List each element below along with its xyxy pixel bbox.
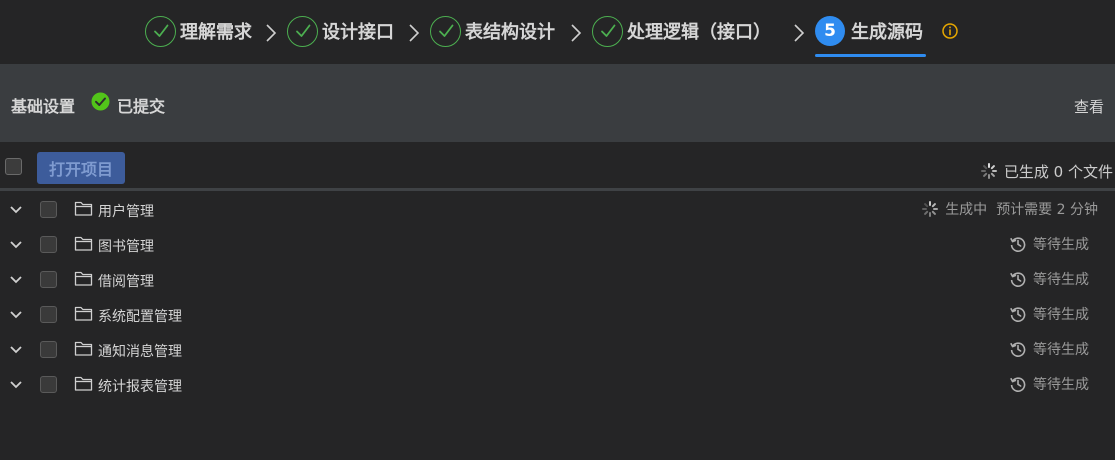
status-text: 等待生成 (1033, 307, 1089, 323)
status-badge: 等待生成 (1009, 234, 1089, 254)
status-badge: 等待生成 (1009, 304, 1089, 324)
estimate-text: 预计需要 2 分钟 (996, 202, 1098, 218)
step-generate-source[interactable]: 5 生成源码 (815, 14, 923, 48)
module-name: 通知消息管理 (98, 344, 182, 360)
check-circle-icon (287, 15, 318, 47)
chevron-down-icon[interactable] (8, 378, 24, 392)
status-text: 等待生成 (1033, 272, 1089, 288)
chevron-right-icon (571, 24, 582, 42)
row-checkbox[interactable] (40, 236, 57, 253)
module-name: 系统配置管理 (98, 309, 182, 325)
chevron-down-icon[interactable] (8, 343, 24, 357)
open-project-button[interactable]: 打开项目 (37, 152, 125, 184)
history-icon (1010, 377, 1026, 392)
status-badge: 生成中 预计需要 2 分钟 (921, 199, 1098, 219)
chevron-right-icon (266, 24, 277, 42)
history-icon (1010, 237, 1026, 252)
basic-settings-panel: 基础设置 已提交 查看 (0, 67, 1115, 142)
info-icon[interactable] (941, 22, 959, 40)
generated-files-status: 已生成 0 个文件 (980, 160, 1113, 182)
steps-bar: 理解需求 设计接口 表结构设计 处理逻辑（接口） 5 生成源码 (0, 0, 1115, 64)
history-icon (1010, 307, 1026, 322)
step-label: 处理逻辑（接口） (627, 22, 771, 43)
step-label: 表结构设计 (465, 22, 555, 43)
row-checkbox[interactable] (40, 376, 57, 393)
chevron-down-icon[interactable] (8, 238, 24, 252)
chevron-down-icon[interactable] (8, 273, 24, 287)
step-label: 理解需求 (180, 22, 252, 43)
row-checkbox[interactable] (40, 201, 57, 218)
step-processing-logic[interactable]: 处理逻辑（接口） (592, 14, 771, 48)
module-name: 统计报表管理 (98, 379, 182, 395)
active-step-underline (815, 54, 926, 57)
folder-icon (74, 341, 93, 356)
folder-icon (74, 271, 93, 286)
submitted-status: 已提交 (117, 97, 166, 116)
step-label: 设计接口 (322, 22, 394, 43)
history-icon (1010, 272, 1026, 287)
status-badge: 等待生成 (1009, 374, 1089, 394)
list-item[interactable]: 图书管理 等待生成 (0, 228, 1115, 263)
select-all-checkbox[interactable] (5, 158, 22, 175)
step-table-design[interactable]: 表结构设计 (430, 14, 555, 48)
list-item[interactable]: 通知消息管理 等待生成 (0, 333, 1115, 368)
status-text: 等待生成 (1033, 377, 1089, 393)
status-badge: 等待生成 (1009, 339, 1089, 359)
step-label: 生成源码 (851, 22, 923, 43)
divider (0, 188, 1115, 191)
view-link[interactable]: 查看 (1074, 96, 1104, 117)
check-circle-icon (430, 15, 461, 47)
status-text: 等待生成 (1033, 342, 1089, 358)
chevron-down-icon[interactable] (8, 203, 24, 217)
history-icon (1010, 342, 1026, 357)
module-name: 用户管理 (98, 204, 154, 220)
step-number-badge: 5 (815, 16, 845, 46)
status-text: 等待生成 (1033, 237, 1089, 253)
chevron-down-icon[interactable] (8, 308, 24, 322)
step-understand-requirements[interactable]: 理解需求 (145, 14, 252, 48)
folder-icon (74, 201, 93, 216)
folder-icon (74, 376, 93, 391)
check-circle-icon (592, 15, 623, 47)
list-item[interactable]: 借阅管理 等待生成 (0, 263, 1115, 298)
check-circle-icon (145, 15, 176, 47)
spinner-icon (980, 163, 997, 179)
module-name: 图书管理 (98, 239, 154, 255)
step-design-interfaces[interactable]: 设计接口 (287, 14, 394, 48)
spinner-icon (922, 201, 939, 217)
folder-icon (74, 306, 93, 321)
check-badge-icon (91, 92, 110, 111)
list-item[interactable]: 系统配置管理 等待生成 (0, 298, 1115, 333)
list-item[interactable]: 用户管理 生成中 预计需要 2 分钟 (0, 193, 1115, 228)
row-checkbox[interactable] (40, 341, 57, 358)
chevron-right-icon (409, 24, 420, 42)
settings-title: 基础设置 (11, 97, 76, 116)
chevron-right-icon (794, 24, 805, 42)
generated-count-text: 已生成 0 个文件 (1003, 162, 1113, 181)
status-text: 生成中 (945, 202, 988, 218)
row-checkbox[interactable] (40, 306, 57, 323)
module-name: 借阅管理 (98, 274, 154, 290)
row-checkbox[interactable] (40, 271, 57, 288)
folder-icon (74, 236, 93, 251)
status-badge: 等待生成 (1009, 269, 1089, 289)
list-item[interactable]: 统计报表管理 等待生成 (0, 368, 1115, 403)
